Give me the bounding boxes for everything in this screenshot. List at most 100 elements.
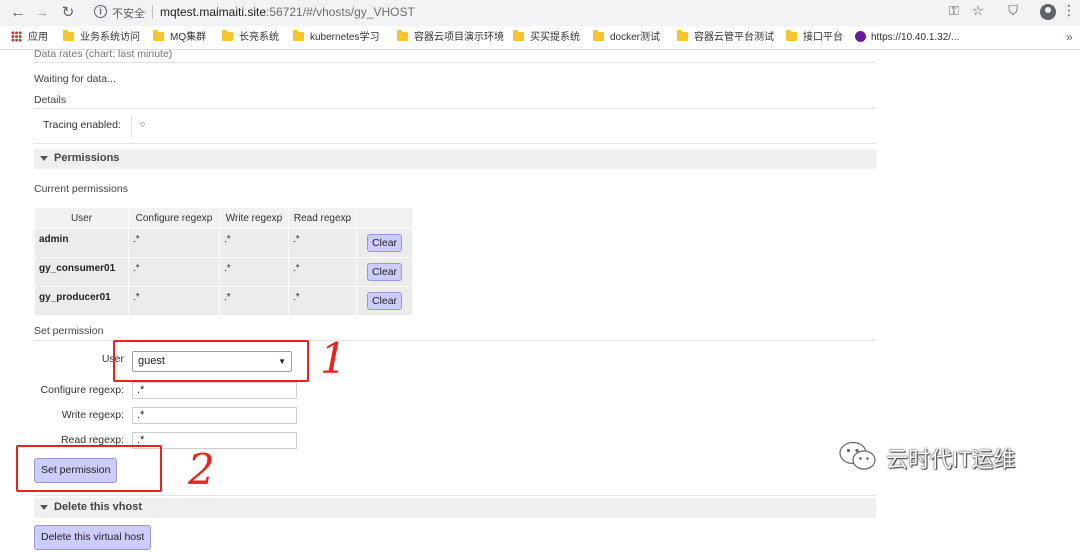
bookmark-label: 接口平台 bbox=[803, 32, 843, 43]
clear-button[interactable]: Clear bbox=[366, 263, 403, 281]
user-cell: gy_consumer01 bbox=[34, 257, 129, 287]
extension-shield-icon[interactable]: ⛉ bbox=[1003, 3, 1023, 19]
read-cell: .* bbox=[288, 228, 357, 258]
folder-icon bbox=[677, 30, 688, 41]
bookmark-item[interactable]: 业务系统访问 bbox=[63, 30, 140, 45]
delete-vhost-button[interactable]: Delete this virtual host bbox=[34, 525, 152, 550]
configure-regexp-input[interactable]: .* bbox=[132, 382, 297, 399]
bookmark-item[interactable]: 容器云管平台测试 bbox=[677, 30, 774, 45]
menu-icon[interactable]: ⋮ bbox=[1059, 2, 1079, 19]
read-cell: .* bbox=[288, 257, 357, 287]
bookmark-item[interactable]: https://10.40.1.32/... bbox=[855, 31, 965, 45]
table-row: gy_producer01 .* .* .* Clear bbox=[34, 286, 413, 316]
collapse-triangle-icon bbox=[40, 156, 48, 161]
bookmark-item[interactable]: MQ集群 bbox=[153, 30, 206, 45]
bookmark-apps[interactable]: 应用 bbox=[11, 31, 48, 45]
table-row: admin .* .* .* Clear bbox=[34, 228, 413, 258]
set-permission-heading: Set permission bbox=[34, 325, 104, 337]
action-cell: Clear bbox=[356, 257, 413, 287]
folder-icon bbox=[153, 30, 164, 41]
collapse-triangle-icon bbox=[40, 505, 48, 510]
configure-regexp-label: Configure regexp: bbox=[40, 384, 124, 396]
write-cell: .* bbox=[219, 286, 289, 316]
address-bar[interactable]: i 不安全 mqtest.maimaiti.site:56721/#/vhost… bbox=[88, 2, 996, 23]
tracing-value: ○ bbox=[140, 119, 146, 129]
bookmark-item[interactable]: 接口平台 bbox=[786, 30, 843, 45]
column-header: Write regexp bbox=[219, 207, 289, 229]
clear-button[interactable]: Clear bbox=[366, 234, 403, 252]
annotation-number-step2: 2 bbox=[188, 445, 215, 494]
folder-icon bbox=[397, 30, 408, 41]
configure-cell: .* bbox=[128, 257, 220, 287]
more-bookmarks-icon[interactable]: » bbox=[1066, 30, 1073, 44]
wechat-logo-icon bbox=[839, 441, 876, 470]
action-cell: Clear bbox=[356, 228, 413, 258]
profile-icon[interactable] bbox=[1040, 4, 1056, 20]
bookmark-label: 容器云管平台测试 bbox=[694, 32, 774, 43]
bookmark-item[interactable]: docker测试 bbox=[593, 30, 661, 45]
bookmark-label: kubernetes学习 bbox=[310, 32, 380, 43]
folder-icon bbox=[513, 30, 524, 41]
key-icon[interactable]: ⚿ bbox=[944, 3, 964, 19]
url-text[interactable]: mqtest.maimaiti.site:56721/#/vhosts/gy_V… bbox=[160, 5, 415, 19]
write-cell: .* bbox=[219, 257, 289, 287]
page-content: Data rates (chart: last minute) Waiting … bbox=[0, 48, 1080, 552]
waiting-text: Waiting for data... bbox=[34, 73, 116, 85]
write-regexp-label: Write regexp: bbox=[61, 409, 124, 421]
globe-icon bbox=[855, 31, 866, 42]
user-cell: admin bbox=[34, 228, 129, 258]
write-cell: .* bbox=[219, 228, 289, 258]
bookmark-item[interactable]: 买买提系统 bbox=[513, 30, 580, 45]
forward-icon[interactable]: → bbox=[32, 3, 52, 23]
configure-cell: .* bbox=[128, 286, 220, 316]
divider bbox=[34, 495, 876, 496]
info-icon[interactable]: i bbox=[94, 5, 107, 18]
current-permissions-label: Current permissions bbox=[34, 183, 128, 195]
folder-icon bbox=[593, 30, 604, 41]
permissions-table: User Configure regexp Write regexp Read … bbox=[34, 207, 413, 316]
folder-icon bbox=[222, 30, 233, 41]
reload-icon[interactable]: ↻ bbox=[58, 3, 78, 23]
divider bbox=[34, 143, 876, 144]
url-separator bbox=[152, 5, 153, 19]
bookmark-item[interactable]: 长亮系统 bbox=[222, 30, 279, 45]
bookmark-item[interactable]: 容器云项目演示环境 bbox=[397, 30, 504, 45]
delete-section-header[interactable]: Delete this vhost bbox=[34, 498, 876, 518]
section-title: Delete this vhost bbox=[54, 501, 143, 513]
bookmark-label: docker测试 bbox=[610, 32, 661, 43]
bookmark-label: 长亮系统 bbox=[239, 32, 279, 43]
write-regexp-input[interactable]: .* bbox=[132, 407, 297, 424]
tracing-label: Tracing enabled: bbox=[43, 119, 121, 131]
clear-button[interactable]: Clear bbox=[366, 292, 403, 310]
section-title: Permissions bbox=[54, 152, 120, 164]
apps-grid-icon bbox=[11, 31, 22, 42]
table-row: gy_consumer01 .* .* .* Clear bbox=[34, 257, 413, 287]
permissions-section-header[interactable]: Permissions bbox=[34, 149, 876, 169]
url-host: mqtest.maimaiti.site bbox=[160, 5, 267, 19]
annotation-box-step2 bbox=[16, 445, 162, 492]
configure-cell: .* bbox=[128, 228, 220, 258]
bookmark-label: 容器云项目演示环境 bbox=[414, 32, 504, 43]
details-heading: Details bbox=[34, 94, 67, 106]
watermark-text: 云时代IT运维 bbox=[886, 447, 1016, 472]
back-icon[interactable]: ← bbox=[8, 3, 28, 23]
bookmark-label: https://10.40.1.32/... bbox=[871, 32, 960, 43]
bookmarks-bar: 应用 业务系统访问 MQ集群 长亮系统 kubernetes学习 容器云项目演示… bbox=[0, 26, 1080, 50]
read-cell: .* bbox=[288, 286, 357, 316]
bookmark-label: 应用 bbox=[28, 32, 48, 43]
browser-toolbar: ← → ↻ i 不安全 mqtest.maimaiti.site:56721/#… bbox=[0, 0, 1080, 26]
action-cell: Clear bbox=[356, 286, 413, 316]
bookmark-label: 买买提系统 bbox=[530, 32, 580, 43]
bookmark-item[interactable]: kubernetes学习 bbox=[293, 30, 380, 45]
user-cell: gy_producer01 bbox=[34, 286, 129, 316]
data-rates-label: Data rates (chart: last minute) bbox=[34, 48, 173, 60]
star-icon[interactable]: ☆ bbox=[968, 3, 988, 19]
table-header-row: User Configure regexp Write regexp Read … bbox=[34, 207, 413, 229]
divider bbox=[131, 115, 132, 137]
bookmark-label: 业务系统访问 bbox=[80, 32, 140, 43]
column-header: Configure regexp bbox=[128, 207, 220, 229]
watermark: 云时代IT运维 bbox=[838, 436, 1058, 476]
security-label: 不安全 bbox=[112, 8, 145, 20]
url-path: :56721/#/vhosts/gy_VHOST bbox=[266, 5, 415, 19]
folder-icon bbox=[293, 30, 304, 41]
